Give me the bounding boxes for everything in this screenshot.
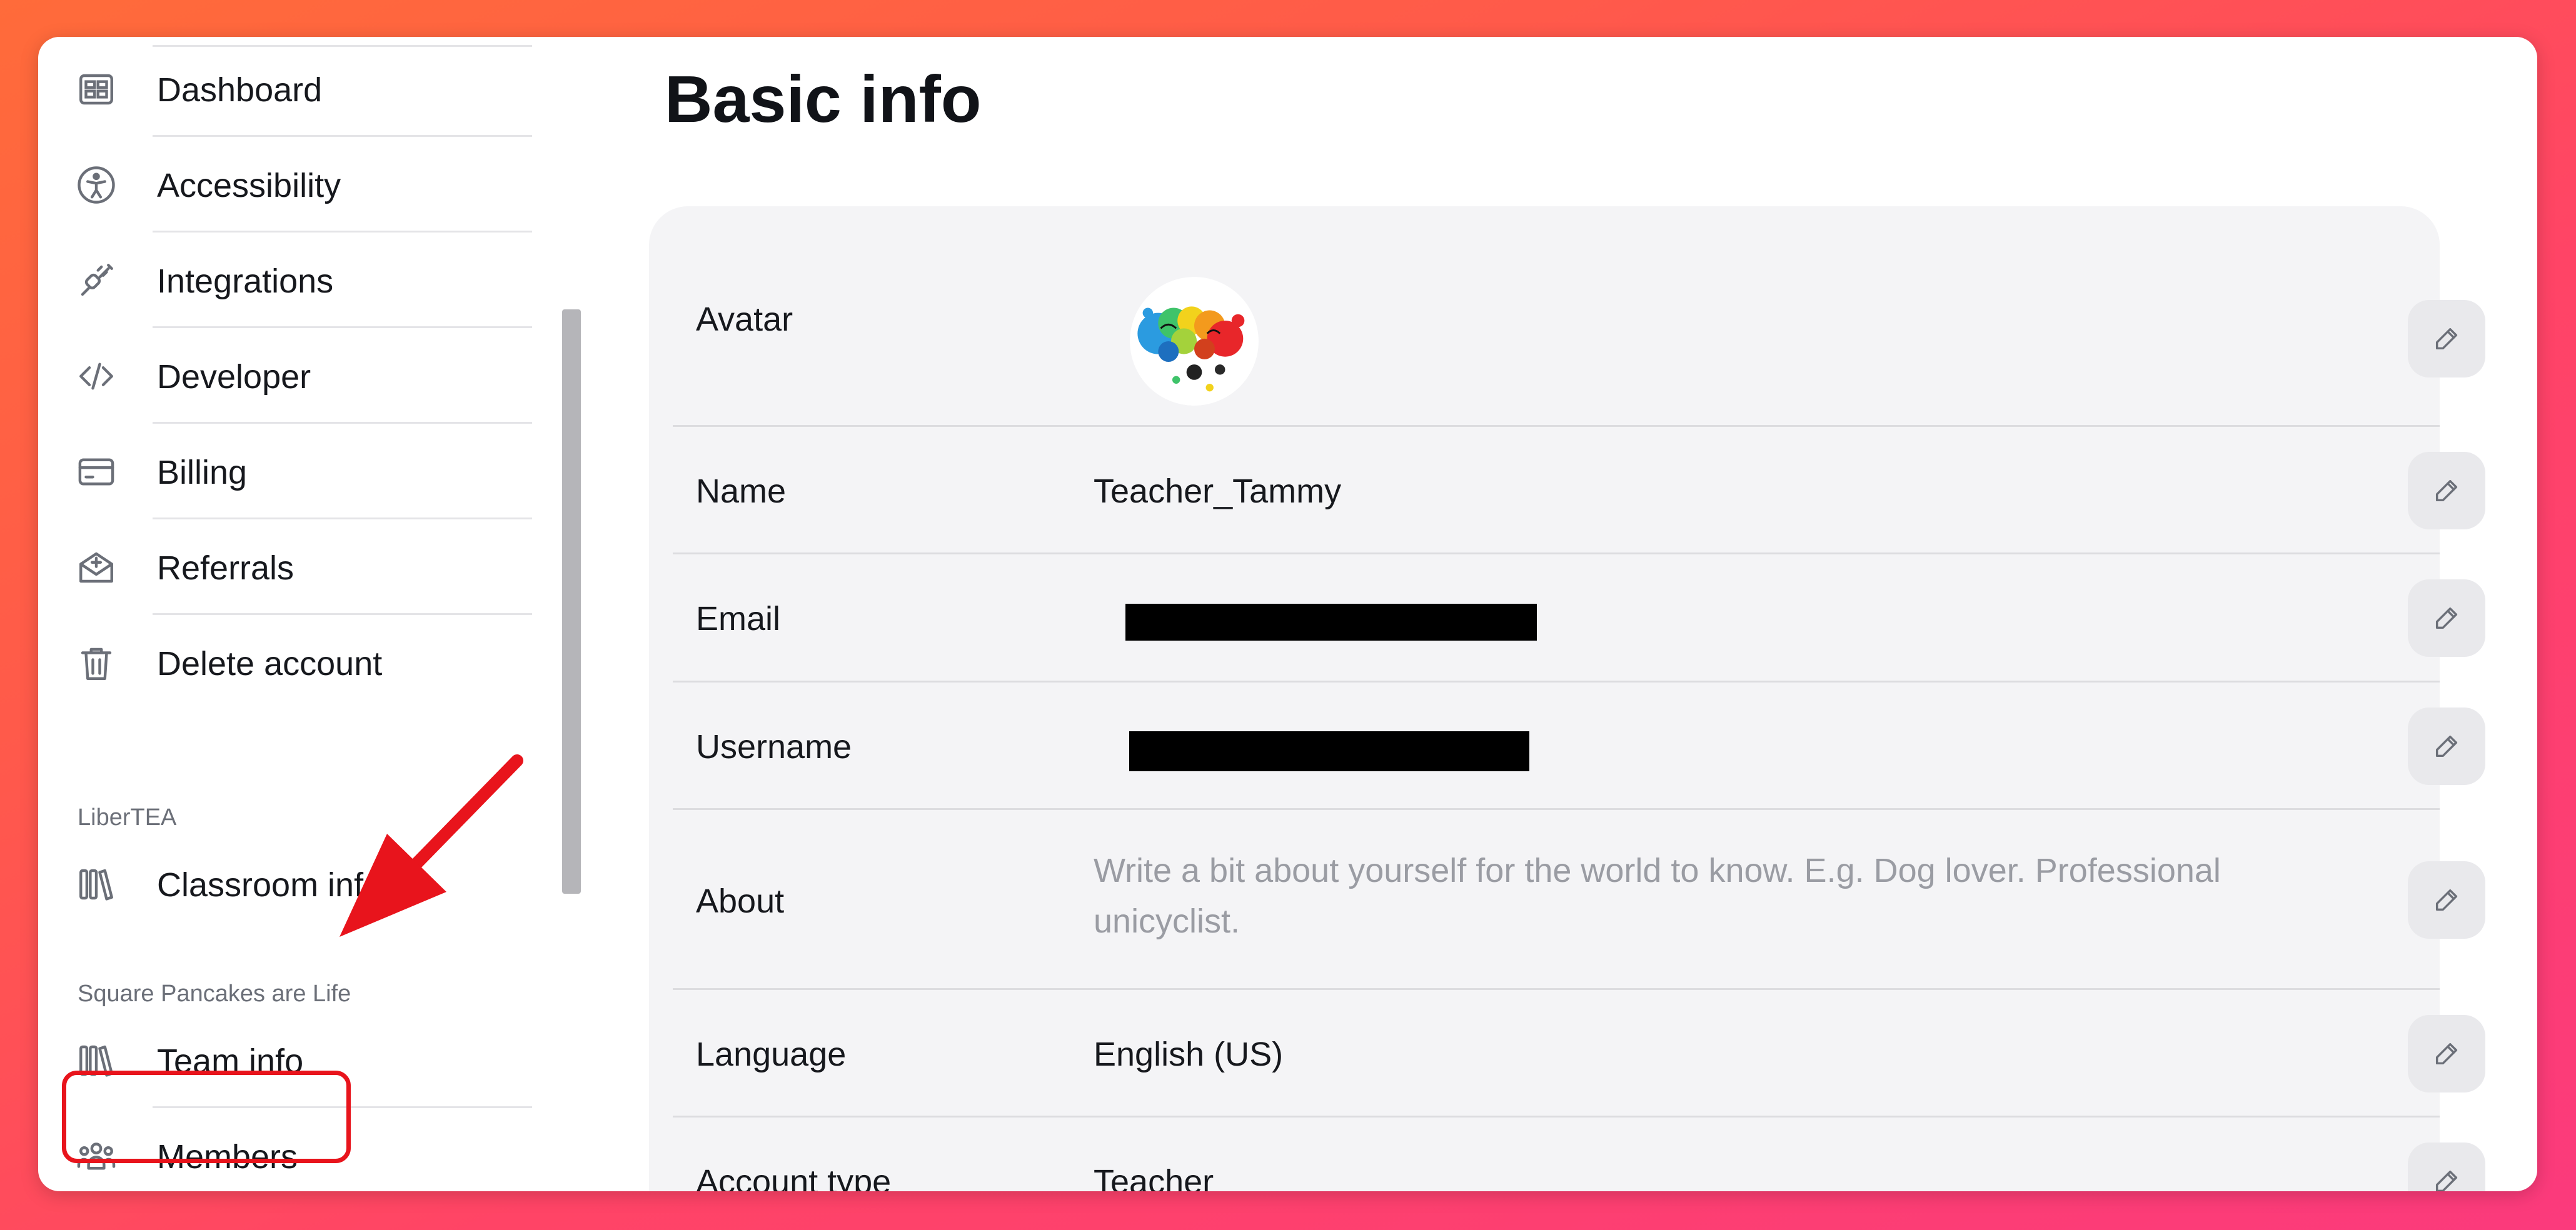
row-email: Email	[649, 554, 2485, 682]
settings-window: Dashboard Accessibility Integrations Dev…	[38, 37, 2537, 1191]
sidebar-item-billing[interactable]: Billing	[38, 424, 532, 519]
row-avatar: Avatar	[649, 206, 2485, 427]
sidebar-item-dashboard[interactable]: Dashboard	[38, 41, 532, 137]
row-about: About Write a bit about yourself for the…	[649, 810, 2485, 990]
sidebar-item-classroom-info[interactable]: Classroom info	[38, 836, 532, 932]
sidebar: Dashboard Accessibility Integrations Dev…	[38, 37, 588, 1191]
sidebar-item-label: Classroom info	[157, 866, 383, 904]
pencil-icon	[2435, 735, 2458, 758]
row-label: Username	[696, 728, 852, 766]
dashboard-icon	[76, 69, 117, 110]
trash-icon	[76, 642, 117, 684]
edit-language-button[interactable]	[2408, 1015, 2485, 1092]
envelope-icon	[76, 547, 117, 588]
account-type-value: Teacher	[1094, 1163, 1214, 1191]
edit-avatar-button[interactable]	[2408, 300, 2485, 378]
accessibility-icon	[76, 164, 117, 206]
row-label: About	[696, 882, 785, 920]
library-icon	[76, 864, 117, 905]
sidebar-item-label: Accessibility	[157, 167, 341, 204]
language-value: English (US)	[1094, 1036, 1284, 1073]
row-label: Language	[696, 1036, 847, 1073]
sidebar-item-label: Billing	[157, 454, 248, 491]
edit-about-button[interactable]	[2408, 861, 2485, 939]
edit-name-button[interactable]	[2408, 452, 2485, 529]
row-username: Username	[649, 682, 2485, 810]
edit-email-button[interactable]	[2408, 579, 2485, 657]
about-placeholder[interactable]: Write a bit about yourself for the world…	[1094, 846, 2319, 947]
pencil-icon	[2435, 1170, 2458, 1191]
pencil-icon	[2435, 479, 2458, 502]
sidebar-item-label: Integrations	[157, 262, 334, 300]
section-heading: LiberTEA	[78, 804, 177, 831]
basic-info-card: Avatar Name Teacher_Tammy Email Username	[649, 206, 2485, 1191]
sidebar-item-integrations[interactable]: Integrations	[38, 232, 532, 328]
pencil-icon	[2435, 607, 2458, 629]
email-redaction	[1125, 604, 1537, 641]
row-label: Avatar	[696, 301, 793, 338]
code-icon	[76, 356, 117, 397]
sidebar-item-accessibility[interactable]: Accessibility	[38, 137, 532, 232]
sidebar-item-label: Referrals	[157, 549, 294, 587]
plug-icon	[76, 260, 117, 301]
pencil-icon	[2435, 328, 2458, 350]
pencil-icon	[2435, 1042, 2458, 1065]
page-title: Basic info	[665, 62, 982, 136]
row-name: Name Teacher_Tammy	[649, 427, 2485, 554]
edit-username-button[interactable]	[2408, 708, 2485, 785]
edit-account-type-button[interactable]	[2408, 1142, 2485, 1191]
members-highlight-box	[62, 1071, 351, 1163]
sidebar-item-label: Delete account	[157, 645, 383, 682]
sidebar-item-label: Dashboard	[157, 71, 323, 109]
sidebar-item-developer[interactable]: Developer	[38, 328, 532, 424]
pencil-icon	[2435, 889, 2458, 911]
sidebar-item-referrals[interactable]: Referrals	[38, 519, 532, 615]
credit-card-icon	[76, 451, 117, 492]
row-language: Language English (US)	[649, 990, 2485, 1118]
row-label: Email	[696, 600, 781, 638]
row-account-type: Account type Teacher	[649, 1118, 2485, 1191]
name-value: Teacher_Tammy	[1094, 472, 1342, 510]
sidebar-item-delete-account[interactable]: Delete account	[38, 615, 532, 711]
section-heading: Square Pancakes are Life	[78, 981, 351, 1007]
row-label: Account type	[696, 1163, 892, 1191]
avatar	[1130, 277, 1259, 406]
username-redaction	[1129, 731, 1529, 771]
sidebar-scrollbar[interactable]	[562, 309, 581, 894]
row-label: Name	[696, 472, 787, 510]
sidebar-item-label: Developer	[157, 358, 311, 396]
